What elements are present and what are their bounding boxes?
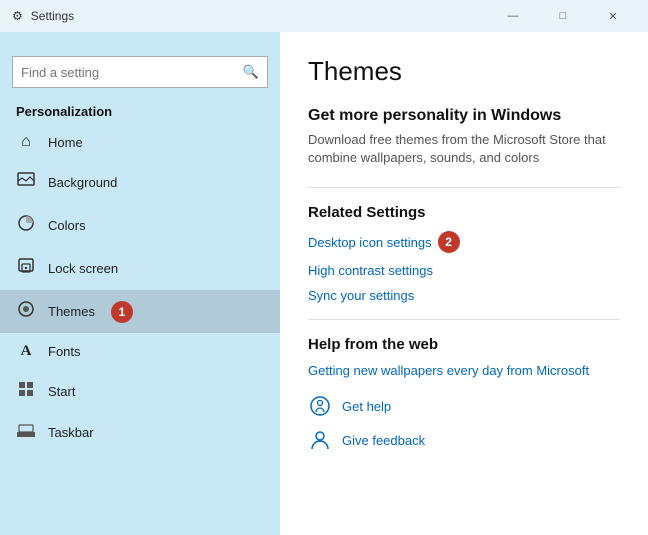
home-icon: ⌂ [16,133,36,151]
colors-icon [16,214,36,237]
page-title: Themes [308,56,620,87]
close-button[interactable]: ✕ [590,0,636,32]
sync-settings-item[interactable]: Sync your settings [308,288,620,303]
taskbar-icon [16,423,36,442]
start-icon [16,380,36,403]
get-more-subtitle: Download free themes from the Microsoft … [308,131,620,167]
background-icon [16,171,36,194]
high-contrast-settings-item[interactable]: High contrast settings [308,263,620,278]
search-box[interactable]: 🔍 [12,56,268,88]
sidebar-item-themes-label: Themes [48,304,95,319]
get-more-heading: Get more personality in Windows [308,107,620,125]
desktop-icon-badge: 2 [438,231,460,253]
sidebar-item-background-label: Background [48,175,117,190]
sidebar-item-start[interactable]: Start [0,370,280,413]
search-icon: 🔍 [243,64,259,80]
wallpapers-help-link[interactable]: Getting new wallpapers every day from Mi… [308,363,620,378]
divider-1 [308,187,620,188]
themes-icon [16,300,36,323]
sidebar-item-home[interactable]: ⌂ Home [0,123,280,161]
give-feedback-item[interactable]: Give feedback [308,428,620,452]
settings-icon: ⚙ [12,9,23,23]
get-help-item[interactable]: Get help [308,394,620,418]
sidebar-item-colors[interactable]: Colors [0,204,280,247]
minimize-button[interactable]: — [490,0,536,32]
get-help-icon [308,394,332,418]
sidebar-item-lock-screen[interactable]: Lock screen [0,247,280,290]
sidebar-section-label: Personalization [0,96,280,123]
give-feedback-icon [308,428,332,452]
give-feedback-link[interactable]: Give feedback [342,433,425,448]
sidebar-item-fonts-label: Fonts [48,344,81,359]
divider-2 [308,319,620,320]
sidebar-item-lock-screen-label: Lock screen [48,261,118,276]
lock-screen-icon [16,257,36,280]
title-bar: ⚙ Settings — □ ✕ [0,0,648,32]
sidebar-item-themes[interactable]: Themes 1 [0,290,280,333]
sync-settings-link[interactable]: Sync your settings [308,288,414,303]
themes-badge: 1 [111,301,133,323]
desktop-icon-settings-link[interactable]: Desktop icon settings [308,235,432,250]
sidebar-item-fonts[interactable]: A Fonts [0,333,280,370]
fonts-icon: A [16,343,36,360]
sidebar-item-background[interactable]: Background [0,161,280,204]
help-section-title: Help from the web [308,336,620,353]
app-title: Settings [31,9,74,23]
high-contrast-settings-link[interactable]: High contrast settings [308,263,433,278]
sidebar-item-home-label: Home [48,135,83,150]
sidebar-item-taskbar[interactable]: Taskbar [0,413,280,452]
desktop-icon-settings-item[interactable]: Desktop icon settings 2 [308,231,620,253]
sidebar-item-start-label: Start [48,384,75,399]
sidebar-item-taskbar-label: Taskbar [48,425,94,440]
maximize-button[interactable]: □ [540,0,586,32]
title-bar-controls: — □ ✕ [490,0,636,32]
sidebar-header [0,32,280,56]
related-settings-title: Related Settings [308,204,620,221]
sidebar-item-colors-label: Colors [48,218,86,233]
app-body: 🔍 Personalization ⌂ Home Background [0,32,648,535]
search-input[interactable] [21,65,243,80]
sidebar: 🔍 Personalization ⌂ Home Background [0,32,280,535]
content-area: Themes Get more personality in Windows D… [280,32,648,535]
title-bar-left: ⚙ Settings [12,9,74,23]
get-help-link[interactable]: Get help [342,399,391,414]
